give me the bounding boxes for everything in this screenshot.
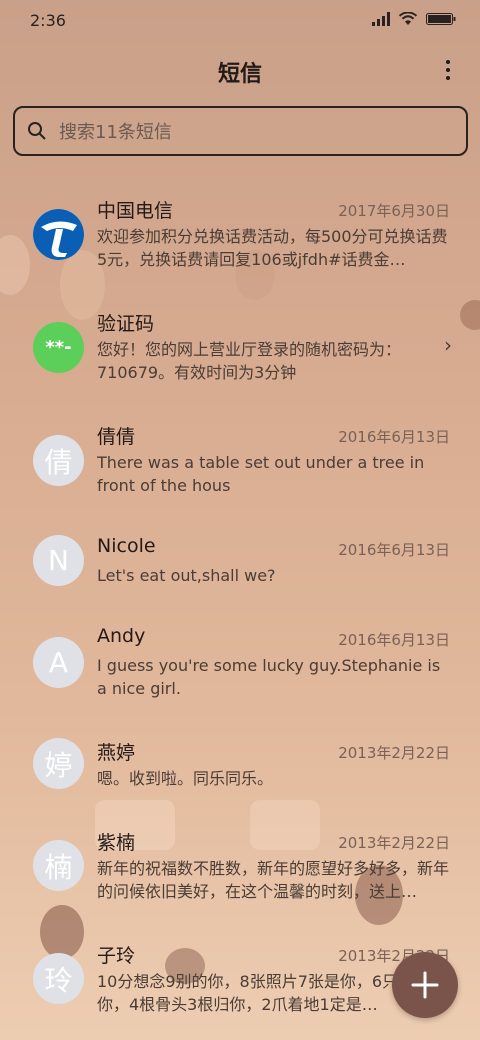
signal-icon bbox=[372, 12, 390, 26]
chevron-right-icon[interactable]: › bbox=[444, 333, 452, 357]
china-telecom-logo-icon bbox=[33, 209, 84, 260]
conversation-name: 中国电信 bbox=[97, 200, 174, 222]
conversation-date: 2016年6月13日 bbox=[338, 631, 450, 649]
conversation-preview: I guess you're some lucky guy.Stephanie … bbox=[97, 656, 441, 698]
conversation-name: 燕婷 bbox=[97, 742, 136, 764]
verification-code-avatar: **- bbox=[33, 322, 84, 373]
list-item[interactable]: **- 验证码 您好！您的网上营业厅登录的随机密码为：710679。有效时间为3… bbox=[0, 293, 480, 393]
conversation-name: 倩倩 bbox=[97, 426, 136, 448]
battery-icon bbox=[426, 13, 456, 25]
list-item[interactable]: A Andy 2016年6月13日 I guess you're some lu… bbox=[0, 609, 480, 709]
conversation-date: 2016年6月13日 bbox=[338, 428, 450, 446]
conversation-date: 2013年2月22日 bbox=[338, 834, 450, 852]
list-item[interactable]: N Nicole 2016年6月13日 Let's eat out,shall … bbox=[0, 519, 480, 619]
conversation-preview: 新年的祝福数不胜数，新年的愿望好多好多，新年的问候依旧美好，在这个温馨的时刻，送… bbox=[97, 859, 450, 901]
list-item[interactable]: 婷 燕婷 2013年2月22日 嗯。收到啦。同乐同乐。 bbox=[0, 722, 480, 822]
wifi-icon bbox=[398, 12, 418, 25]
search-icon bbox=[28, 122, 46, 140]
avatar: 楠 bbox=[33, 840, 84, 891]
new-message-button[interactable] bbox=[392, 952, 458, 1018]
conversation-preview: Let's eat out,shall we? bbox=[97, 566, 276, 585]
conversation-name: 紫楠 bbox=[97, 832, 136, 854]
avatar: 玲 bbox=[33, 953, 84, 1004]
avatar: 婷 bbox=[33, 738, 84, 789]
avatar: A bbox=[33, 637, 84, 688]
status-bar: 2:36 bbox=[0, 0, 480, 40]
conversation-preview: 嗯。收到啦。同乐同乐。 bbox=[97, 769, 274, 788]
avatar: N bbox=[33, 535, 84, 586]
more-options-icon[interactable] bbox=[440, 56, 456, 84]
conversation-date: 2017年6月30日 bbox=[338, 202, 450, 220]
list-item[interactable]: 楠 紫楠 2013年2月22日 新年的祝福数不胜数，新年的愿望好多好多，新年的问… bbox=[0, 812, 480, 912]
search-placeholder: 搜索11条短信 bbox=[59, 122, 172, 143]
plus-icon bbox=[411, 971, 439, 999]
list-item[interactable]: 倩 倩倩 2016年6月13日 There was a table set ou… bbox=[0, 406, 480, 506]
page-title: 短信 bbox=[217, 62, 262, 87]
conversation-preview: 您好！您的网上营业厅登录的随机密码为：710679。有效时间为3分钟 bbox=[97, 340, 402, 382]
conversation-date: 2016年6月13日 bbox=[338, 541, 450, 559]
app-bar: 短信 bbox=[0, 46, 480, 94]
search-input[interactable]: 搜索11条短信 bbox=[13, 106, 468, 156]
conversation-date: 2013年2月22日 bbox=[338, 744, 450, 762]
conversation-preview: There was a table set out under a tree i… bbox=[97, 453, 425, 495]
list-item[interactable]: 中国电信 2017年6月30日 欢迎参加积分兑换话费活动，每500分可兑换话费5… bbox=[0, 180, 480, 280]
status-time: 2:36 bbox=[30, 11, 66, 30]
conversation-name: 子玲 bbox=[97, 945, 136, 967]
conversation-preview: 欢迎参加积分兑换话费活动，每500分可兑换话费5元，兑换话费请回复106或jfd… bbox=[97, 227, 448, 269]
conversation-name: 验证码 bbox=[97, 313, 155, 335]
avatar: 倩 bbox=[33, 435, 84, 486]
conversation-name: Andy bbox=[97, 625, 146, 647]
conversation-name: Nicole bbox=[97, 535, 156, 557]
